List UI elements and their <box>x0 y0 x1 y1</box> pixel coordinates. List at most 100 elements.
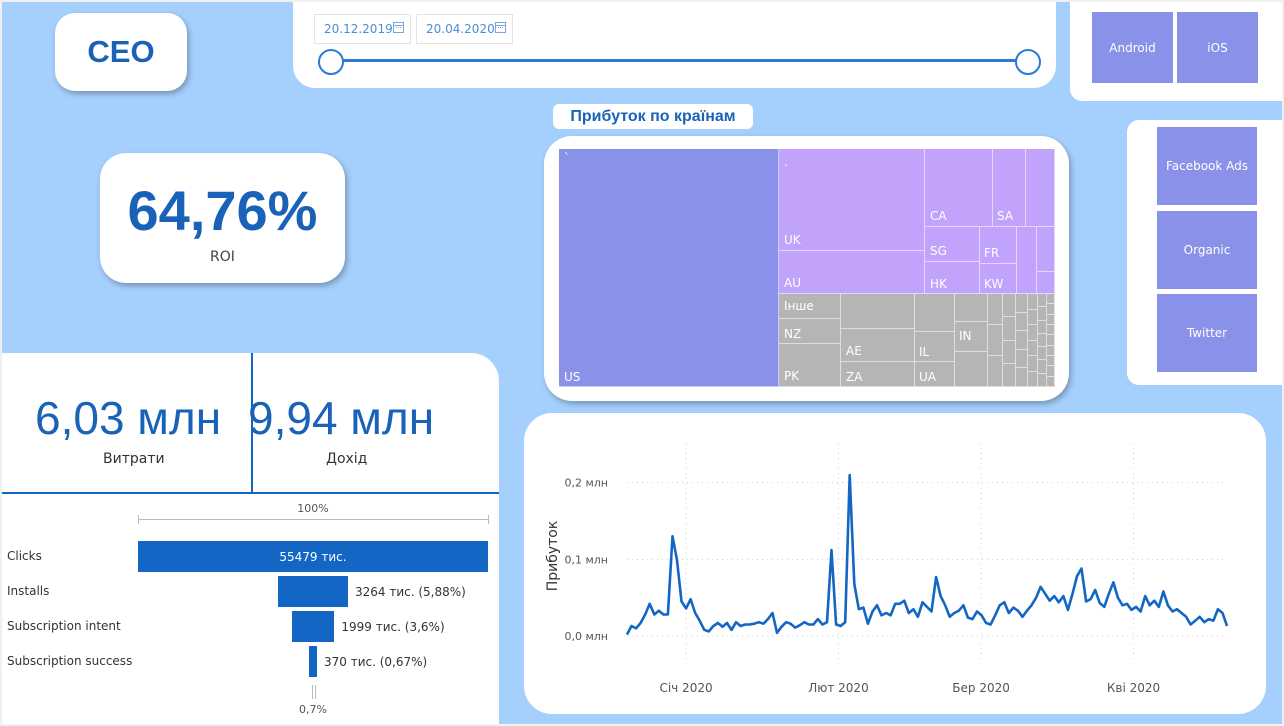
chart-y-tick-label: 0,1 млн <box>564 553 608 566</box>
treemap-cell-pk[interactable]: PK <box>779 344 841 387</box>
treemap-cell[interactable] <box>1038 347 1047 361</box>
funnel-bar[interactable] <box>309 646 317 677</box>
treemap-cell[interactable] <box>1038 333 1047 348</box>
treemap-small-cells <box>988 294 1055 387</box>
treemap-cell[interactable] <box>988 294 1003 325</box>
treemap-cell[interactable] <box>1038 307 1047 321</box>
treemap-cell-ca[interactable]: CA <box>925 149 993 227</box>
treemap-label-in: IN <box>959 329 972 343</box>
platform-slicer: Android iOS <box>1070 2 1282 101</box>
treemap-cell[interactable] <box>1047 356 1055 367</box>
treemap-cell[interactable] <box>1047 294 1055 305</box>
treemap-cell[interactable] <box>1028 294 1038 310</box>
treemap-cell[interactable] <box>915 294 955 332</box>
channel-facebook-ads-tile[interactable]: Facebook Ads <box>1157 127 1257 205</box>
chart-y-ticks: 0,0 млн 0,1 млн 0,2 млн <box>564 477 608 643</box>
treemap-cell[interactable] <box>1028 340 1038 356</box>
funnel-bar[interactable] <box>278 576 348 607</box>
funnel-top-axis <box>138 519 488 520</box>
treemap-cell[interactable] <box>1028 309 1038 325</box>
treemap-cell[interactable] <box>1003 294 1016 318</box>
platform-ios-tile[interactable]: iOS <box>1177 12 1258 83</box>
channel-organic-tile[interactable]: Organic <box>1157 211 1257 289</box>
treemap-cell[interactable] <box>1037 227 1055 272</box>
funnel-value-label: 55479 тис. <box>279 550 347 564</box>
treemap-cell[interactable] <box>1016 312 1028 332</box>
treemap-cell-uk[interactable]: . UK <box>779 149 925 251</box>
treemap-label-nz: NZ <box>784 327 802 341</box>
spend-value: 6,03 млн <box>35 392 222 444</box>
treemap-cell[interactable] <box>1038 320 1047 334</box>
treemap-label-kw: KW <box>984 277 1004 291</box>
treemap-cell[interactable] <box>955 294 988 322</box>
treemap-cell[interactable] <box>1003 340 1016 364</box>
treemap-cell[interactable] <box>1017 227 1037 294</box>
treemap-cell[interactable] <box>1028 371 1038 387</box>
page-title: CEO <box>87 34 155 69</box>
treemap-cell-za[interactable]: ZA <box>841 362 915 387</box>
treemap-cell[interactable] <box>1047 304 1055 315</box>
treemap-cell-hk[interactable]: HK <box>925 262 980 294</box>
treemap-cell[interactable] <box>1003 317 1016 341</box>
treemap-cell[interactable] <box>1038 294 1047 308</box>
end-date-input[interactable]: 20.04.2020 <box>416 14 513 44</box>
treemap-cell[interactable] <box>1037 272 1055 294</box>
treemap-cell[interactable] <box>988 356 1003 387</box>
treemap-cell[interactable] <box>841 294 915 329</box>
treemap-cell[interactable] <box>1016 331 1028 350</box>
treemap-cell-kw[interactable]: KW <box>980 264 1017 294</box>
treemap-cell[interactable] <box>1003 363 1016 387</box>
funnel-axis-tick <box>488 515 489 524</box>
date-slider-start-handle[interactable] <box>318 49 344 75</box>
treemap-cell-sg[interactable]: SG <box>925 227 980 262</box>
treemap-label-other: Інше <box>784 299 814 313</box>
treemap-cell[interactable] <box>1047 325 1055 336</box>
treemap-cell[interactable] <box>1047 366 1055 377</box>
treemap-cell-nz[interactable]: NZ <box>779 319 841 344</box>
treemap-cell[interactable] <box>1038 373 1047 387</box>
calendar-icon[interactable] <box>495 22 506 33</box>
date-slider-track[interactable] <box>330 59 1026 62</box>
treemap-cell[interactable] <box>1028 325 1038 341</box>
treemap-label-ae: AE <box>846 344 862 358</box>
treemap-cell[interactable] <box>1016 349 1028 369</box>
treemap-cell[interactable] <box>1016 368 1028 387</box>
treemap-cell[interactable] <box>1047 345 1055 356</box>
channel-twitter-tile[interactable]: Twitter <box>1157 294 1257 372</box>
treemap-cell[interactable] <box>988 325 1003 356</box>
treemap-cell[interactable] <box>1047 335 1055 346</box>
treemap-cell-ae[interactable]: AE <box>841 329 915 362</box>
kpi-divider-horizontal <box>2 492 499 494</box>
chart-x-tick-label: Січ 2020 <box>659 681 712 695</box>
calendar-icon[interactable] <box>393 22 404 33</box>
treemap-cell[interactable] <box>1028 356 1038 372</box>
treemap-cell[interactable] <box>955 352 988 387</box>
treemap-cell-fr[interactable]: FR <box>980 227 1017 264</box>
profit-line-chart-card: 0,0 млн 0,1 млн 0,2 млн Січ 2020 Лют 2020 Бе… <box>524 413 1266 714</box>
start-date-input[interactable]: 20.12.2019 <box>314 14 411 44</box>
treemap-label-ca: CA <box>930 209 947 223</box>
dashboard-canvas: CEO 20.12.2019 20.04.2020 Android iOS Fa… <box>2 2 1282 724</box>
channel-twitter-label: Twitter <box>1186 326 1228 340</box>
chart-x-tick-label: Лют 2020 <box>808 681 868 695</box>
treemap-cell-other[interactable]: Інше <box>779 294 841 319</box>
profit-series-line[interactable] <box>625 473 1229 636</box>
treemap-cell-ua[interactable]: UA <box>915 362 955 387</box>
profit-line-chart[interactable]: 0,0 млн 0,1 млн 0,2 млн Січ 2020 Лют 2020 Бе… <box>524 413 1266 714</box>
treemap-cell[interactable] <box>1047 314 1055 325</box>
country-profit-treemap[interactable]: ` US . UK AU CA SA SG HK FR KW Інше NZ P… <box>559 149 1055 387</box>
treemap-cell-sa[interactable]: SA <box>993 149 1026 227</box>
treemap-cell[interactable] <box>1047 376 1055 387</box>
treemap-cell[interactable] <box>1038 360 1047 374</box>
treemap-cell-au[interactable]: AU <box>779 251 925 294</box>
treemap-cell[interactable] <box>1016 294 1028 313</box>
treemap-cell-il[interactable]: IL <box>915 332 955 362</box>
treemap-label-sg: SG <box>930 244 947 258</box>
treemap-cell-in[interactable]: IN <box>955 322 988 352</box>
funnel-bar[interactable] <box>291 611 335 642</box>
treemap-cell[interactable] <box>1026 149 1055 227</box>
treemap-cell-us[interactable]: ` US <box>559 149 779 387</box>
platform-android-tile[interactable]: Android <box>1092 12 1173 83</box>
channel-facebook-ads-label: Facebook Ads <box>1165 159 1249 173</box>
date-slider-end-handle[interactable] <box>1015 49 1041 75</box>
